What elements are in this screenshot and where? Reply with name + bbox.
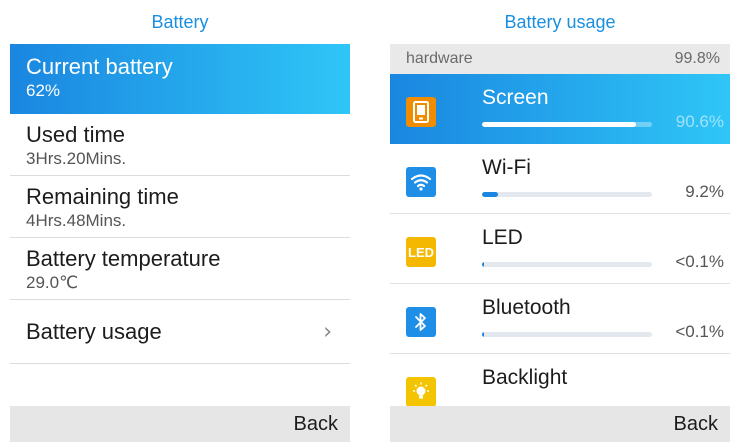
usage-percent: 90.6% [675, 112, 724, 131]
battery-temperature-item[interactable]: Battery temperature 29.0℃ [10, 238, 350, 300]
usage-name: Bluetooth [482, 296, 571, 319]
usage-percent: 9.2% [685, 182, 724, 201]
current-battery-value: 62% [26, 81, 61, 100]
bluetooth-icon [406, 307, 436, 337]
used-time-item[interactable]: Used time 3Hrs.20Mins. [10, 114, 350, 176]
used-time-value: 3Hrs.20Mins. [26, 149, 127, 168]
battery-title: Battery [151, 11, 209, 32]
usage-bar-fill [482, 262, 485, 267]
usage-item-bluetooth[interactable]: Bluetooth <0.1% [390, 284, 730, 354]
used-time-label: Used time [26, 122, 126, 147]
usage-percent: <0.1% [675, 252, 724, 271]
softkey-bar: Back [10, 406, 350, 442]
usage-name: Wi-Fi [482, 156, 531, 179]
usage-name: LED [482, 226, 523, 249]
usage-bar-fill [482, 122, 637, 127]
chevron-right-icon: › [323, 319, 332, 344]
hardware-section-header: hardware 99.8% [390, 44, 730, 74]
section-total: 99.8% [674, 50, 720, 67]
usage-bar-fill [482, 332, 485, 337]
back-softkey[interactable]: Back [294, 413, 338, 436]
battery-usage-title: Battery usage [504, 11, 616, 32]
remaining-time-value: 4Hrs.48Mins. [26, 211, 127, 230]
battery-usage-item[interactable]: Battery usage › [10, 300, 350, 364]
remaining-time-label: Remaining time [26, 184, 179, 209]
usage-name: Screen [482, 86, 549, 109]
battery-usage-label: Battery usage [26, 318, 162, 344]
softkey-bar: Back [390, 406, 730, 442]
lightbulb-icon [406, 377, 436, 407]
phone-screen-icon [406, 97, 436, 127]
battery-temperature-value: 29.0℃ [26, 273, 79, 292]
battery-temperature-label: Battery temperature [26, 246, 221, 271]
usage-bar-track [482, 192, 652, 197]
usage-item-led[interactable]: LED LED <0.1% [390, 214, 730, 284]
usage-bar-track [482, 122, 652, 127]
usage-item-screen[interactable]: Screen 90.6% [390, 74, 730, 144]
led-icon: LED [406, 237, 436, 267]
remaining-time-item[interactable]: Remaining time 4Hrs.48Mins. [10, 176, 350, 238]
back-softkey[interactable]: Back [674, 413, 718, 436]
battery-screen: Battery Current battery 62% Used time 3H… [10, 0, 350, 442]
battery-usage-screen: Battery usage hardware 99.8% Screen 90.6… [390, 0, 730, 442]
usage-bar-fill [482, 192, 498, 197]
usage-item-wifi[interactable]: Wi-Fi 9.2% [390, 144, 730, 214]
wifi-icon [406, 167, 436, 197]
usage-bar-track [482, 262, 652, 267]
current-battery-item[interactable]: Current battery 62% [10, 44, 350, 114]
section-label: hardware [406, 50, 473, 67]
usage-bar-track [482, 332, 652, 337]
usage-name: Backlight [482, 366, 568, 389]
current-battery-label: Current battery [26, 54, 173, 79]
usage-percent: <0.1% [675, 322, 724, 341]
